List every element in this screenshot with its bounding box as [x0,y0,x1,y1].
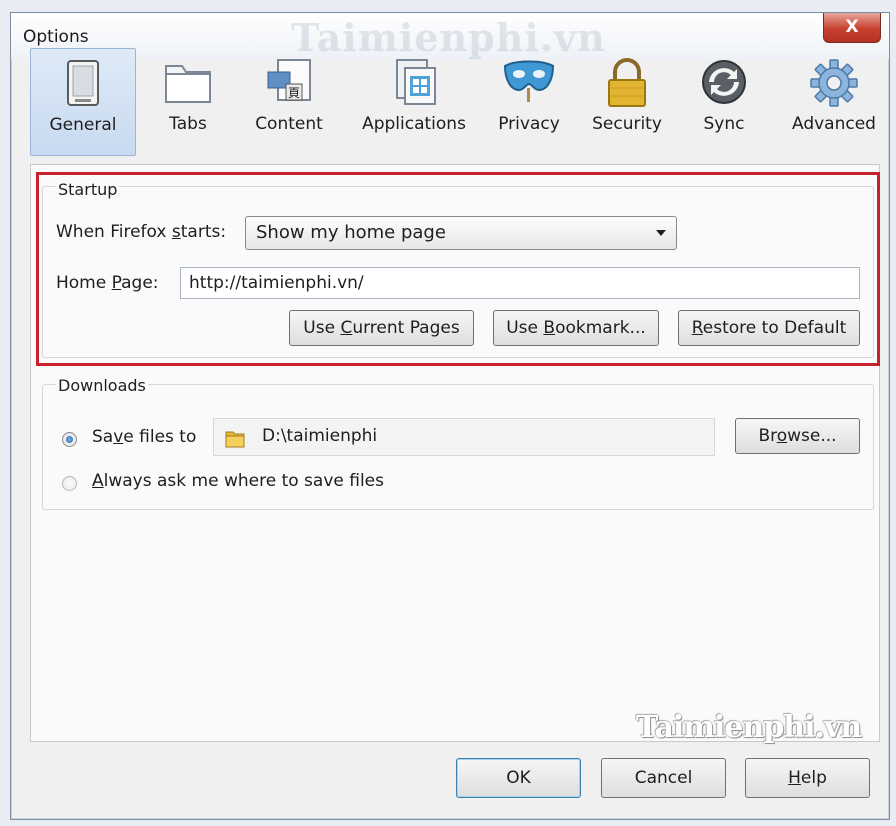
tab-label: General [49,115,117,135]
watermark-bottom: Taimienphi.vn [636,710,862,745]
help-button[interactable]: Help [745,758,870,798]
window-title: Options [23,27,89,47]
tab-label: Privacy [498,114,560,134]
tab-label: Security [592,114,662,134]
general-icon [66,59,100,111]
applications-icon [389,58,439,110]
cancel-button[interactable]: Cancel [601,758,726,798]
svg-text:頁: 頁 [288,86,300,100]
tab-tabs[interactable]: Tabs [148,48,228,156]
tab-general[interactable]: General [30,48,136,156]
download-folder-field: D:\taimienphi [213,418,715,456]
save-files-radio[interactable] [62,432,77,447]
tab-label: Advanced [792,114,876,134]
tab-advanced[interactable]: Advanced [782,48,886,156]
close-icon: X [845,17,859,37]
downloads-group-label: Downloads [56,376,148,395]
tab-label: Sync [703,114,745,134]
category-toolbar: General Tabs 頁 Content Applications Priv… [30,48,886,158]
ok-button[interactable]: OK [456,758,581,798]
gear-icon [809,58,859,112]
close-button[interactable]: X [823,13,881,43]
tab-label: Tabs [169,114,207,134]
sync-icon [700,58,748,110]
browse-button[interactable]: Browse... [735,418,860,454]
folder-icon [224,427,246,453]
always-ask-label[interactable]: Always ask me where to save files [92,471,384,491]
tab-privacy[interactable]: Privacy [488,48,570,156]
tab-label: Applications [362,114,466,134]
tab-sync[interactable]: Sync [686,48,762,156]
tab-content[interactable]: 頁 Content [238,48,340,156]
highlight-box [36,172,880,366]
save-files-label[interactable]: Save files to [92,427,196,447]
tab-label: Content [255,114,323,134]
download-folder-path: D:\taimienphi [262,426,378,446]
tabs-icon [163,58,213,108]
content-icon: 頁 [264,58,314,110]
padlock-icon [605,58,649,112]
tab-security[interactable]: Security [582,48,672,156]
privacy-mask-icon [499,58,559,108]
tab-applications[interactable]: Applications [348,48,480,156]
always-ask-radio[interactable] [62,476,77,491]
